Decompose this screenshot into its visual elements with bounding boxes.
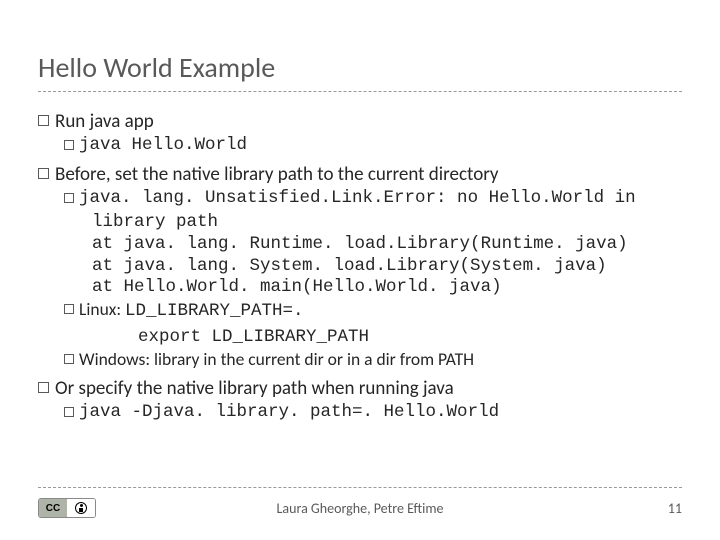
code-text: export LD_LIBRARY_PATH bbox=[138, 327, 369, 347]
by-icon bbox=[67, 499, 95, 517]
bullet-box-icon bbox=[64, 354, 74, 364]
bullet-box-icon bbox=[38, 382, 49, 393]
code-text: java. lang. Unsatisfied.Link.Error: no H… bbox=[79, 188, 636, 210]
bullet-box-icon bbox=[38, 168, 49, 179]
bullet-text: Run java app bbox=[55, 110, 154, 133]
cc-icon: CC bbox=[39, 499, 67, 517]
sub-bullet-run-cmd: java Hello.World bbox=[64, 135, 682, 157]
sub-bullet-windows: Windows: library in the current dir or i… bbox=[64, 349, 682, 371]
person-icon bbox=[75, 502, 87, 514]
bullet-prefix: Or bbox=[55, 377, 74, 400]
bullet-rest: , set the native library path to the cur… bbox=[106, 163, 499, 186]
error-line: at Hello.World. main(Hello.World. java) bbox=[92, 277, 682, 299]
cc-badge: CC bbox=[38, 498, 96, 518]
authors: Laura Gheorghe, Petre Eftime bbox=[277, 500, 444, 517]
error-line: at java. lang. Runtime. load.Library(Run… bbox=[92, 234, 682, 256]
bullet-text: Before, set the native library path to t… bbox=[55, 163, 499, 186]
linux-line: Linux: LD_LIBRARY_PATH=. bbox=[79, 299, 304, 323]
code-text: java -Djava. library. path=. Hello.World bbox=[79, 402, 499, 424]
os-label: Linux: bbox=[79, 298, 125, 320]
slide-title: Hello World Example bbox=[38, 50, 682, 92]
bullet-text: Or specify the native library path when … bbox=[55, 377, 454, 400]
plain-text: library in the current dir or in a dir f… bbox=[154, 348, 474, 370]
sub-bullet-error: java. lang. Unsatisfied.Link.Error: no H… bbox=[64, 188, 682, 210]
bullet-prefix: Before bbox=[55, 163, 106, 186]
error-line: at java. lang. System. load.Library(Syst… bbox=[92, 256, 682, 278]
footer: CC Laura Gheorghe, Petre Eftime 11 bbox=[38, 487, 682, 518]
windows-line: Windows: library in the current dir or i… bbox=[79, 349, 474, 371]
page-number: 11 bbox=[668, 500, 682, 517]
os-label: Windows: bbox=[79, 348, 154, 370]
bullet-box-icon bbox=[64, 304, 74, 314]
bullet-rest: specify the native library path when run… bbox=[74, 377, 453, 400]
linux-line-2: Linux: export LD_LIBRARY_PATH bbox=[92, 325, 682, 349]
sub-bullet-linux: Linux: LD_LIBRARY_PATH=. bbox=[64, 299, 682, 323]
error-line: library path bbox=[92, 212, 682, 234]
bullet-before: Before, set the native library path to t… bbox=[38, 163, 682, 186]
bullet-box-icon bbox=[64, 140, 74, 150]
code-text: LD_LIBRARY_PATH=. bbox=[125, 301, 304, 321]
bullet-run: Run java app bbox=[38, 110, 682, 133]
bullet-prefix: Run bbox=[55, 110, 85, 133]
bullet-or: Or specify the native library path when … bbox=[38, 377, 682, 400]
bullet-box-icon bbox=[64, 193, 74, 203]
code-text: java Hello.World bbox=[79, 135, 247, 157]
sub-bullet-djava: java -Djava. library. path=. Hello.World bbox=[64, 402, 682, 424]
bullet-box-icon bbox=[64, 407, 74, 417]
bullet-rest: java app bbox=[85, 110, 153, 133]
slide-body: Hello World Example Run java app java He… bbox=[0, 0, 720, 424]
bullet-box-icon bbox=[38, 115, 49, 126]
